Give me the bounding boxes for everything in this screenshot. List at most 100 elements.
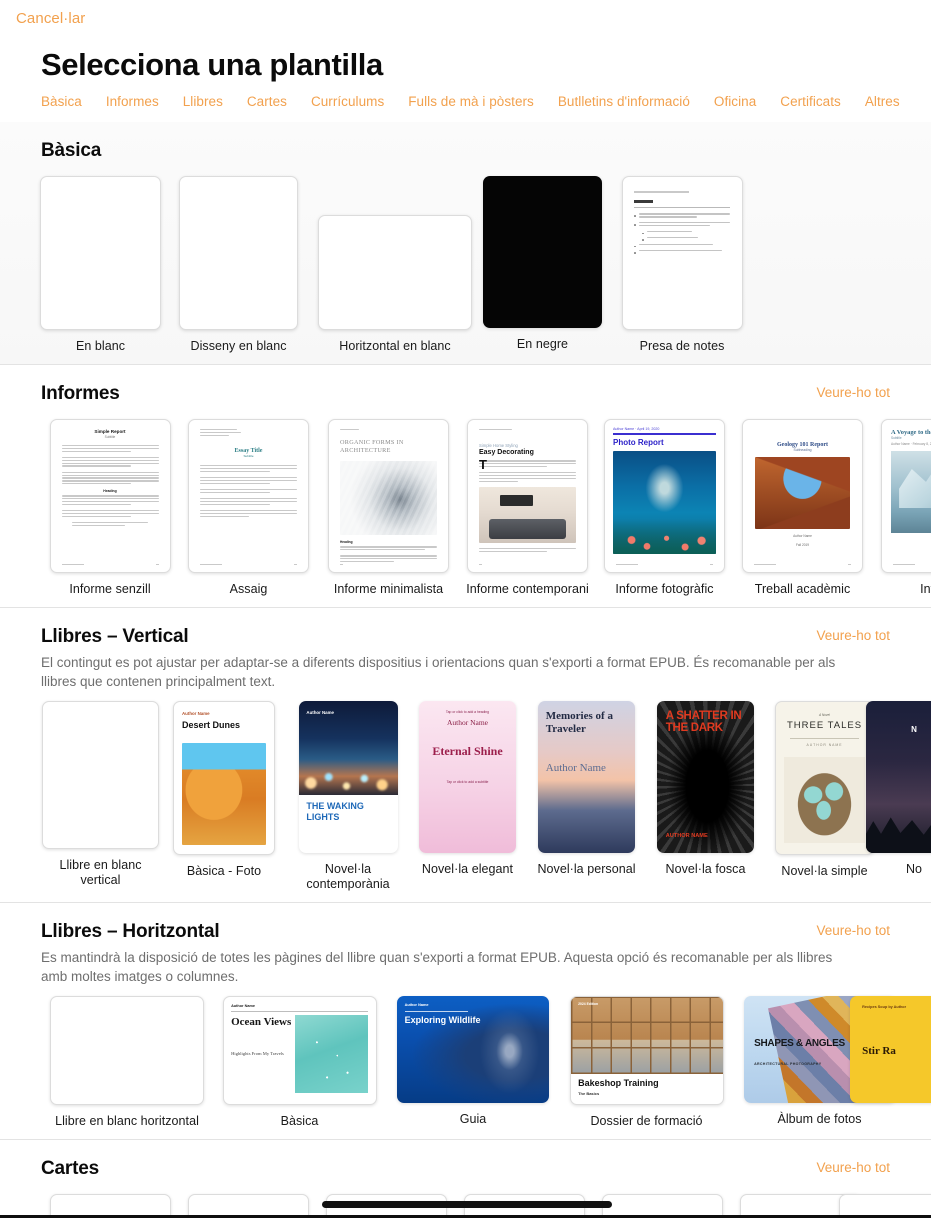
template-cell-llibre-blanc-horitzontal[interactable]: Llibre en blanc horitzontal: [41, 996, 213, 1129]
template-cell-recepta-partial[interactable]: Recipes Soup by Author Stir Ra: [850, 996, 931, 1112]
section-llibres-vertical: Llibres – Vertical El contingut es pot a…: [0, 608, 931, 902]
template-cell-dossier-formacio[interactable]: 2024 Edition Bakeshop Training The Basic…: [560, 996, 733, 1129]
template-cell-presa-de-notes[interactable]: Presa de notes: [612, 176, 752, 354]
thumb-image: [298, 701, 398, 796]
template-cell-basica-foto[interactable]: Author Name Desert Dunes Bàsica - Foto: [160, 701, 288, 879]
template-cell-treball-academic[interactable]: Geology 101 Report Subheading Author Nam…: [733, 419, 872, 597]
template-caption: Assaig: [229, 582, 268, 596]
tab-basica[interactable]: Bàsica: [41, 94, 82, 109]
template-thumbnail[interactable]: Author Name Desert Dunes: [173, 701, 275, 855]
template-cell-informe-senzill[interactable]: Simple Report Subtitle Heading Informe s…: [41, 419, 179, 597]
thumb-rule: [789, 738, 860, 740]
template-caption: Dossier de formació: [590, 1114, 703, 1128]
template-row[interactable]: Sender Name Sender Name Sender Name: [0, 1180, 931, 1218]
template-thumbnail[interactable]: [179, 176, 298, 330]
template-cell-novella-elegant[interactable]: Tap or click to add a heading Author Nam…: [408, 701, 527, 877]
section-basica: Bàsica En blanc Disseny en blanc Horitzo…: [0, 122, 931, 364]
thumb-subtitle: Subtitle: [243, 453, 254, 458]
template-cell-informe-fotografic[interactable]: Author Name · April 19, 2020 Photo Repor…: [596, 419, 733, 597]
thumb-author: Author Name: [446, 717, 489, 727]
template-cell-novella-contemporania[interactable]: Author Name THE WAKING LIGHTS Novel·la c…: [288, 701, 408, 892]
template-thumbnail[interactable]: [318, 215, 472, 330]
template-thumbnail[interactable]: A Novel THREE TALES AUTHOR NAME: [775, 701, 874, 855]
template-cell-informe-partial[interactable]: A Voyage to the Subtitle Author Name · F…: [872, 419, 931, 597]
template-row[interactable]: En blanc Disseny en blanc Horitzontal en…: [0, 162, 931, 364]
tab-oficina[interactable]: Oficina: [714, 94, 756, 109]
tab-llibres[interactable]: Llibres: [183, 94, 223, 109]
template-row[interactable]: Simple Report Subtitle Heading Informe s…: [0, 405, 931, 607]
template-thumbnail[interactable]: Memories of a Traveler Author Name: [538, 701, 635, 853]
template-cell-horitzontal-en-blanc[interactable]: Horitzontal en blanc: [317, 176, 473, 354]
thumb-title: Simple Report: [94, 429, 126, 434]
thumb-title: Exploring Wildlife: [404, 1015, 481, 1026]
horizontal-scrollbar[interactable]: [322, 1201, 612, 1208]
template-caption: Guia: [459, 1112, 487, 1126]
thumb-rule: [231, 1010, 368, 1012]
see-all-link-cartes[interactable]: Veure-ho tot: [816, 1160, 890, 1175]
thumb-extra: Fall 2019: [795, 543, 810, 547]
template-thumbnail[interactable]: A Voyage to the Subtitle Author Name · F…: [881, 419, 931, 573]
tab-butlletins[interactable]: Butlletins d'informació: [558, 94, 690, 109]
page-title: Selecciona una plantilla: [41, 47, 383, 82]
template-thumbnail[interactable]: Geology 101 Report Subheading Author Nam…: [742, 419, 863, 573]
template-cell-assaig[interactable]: Essay Title Subtitle Assaig: [179, 419, 318, 597]
template-cell-informe-contemporani[interactable]: Simple Home Styling Easy Decorating T In…: [459, 419, 596, 597]
template-caption: Àlbum de fotos: [777, 1112, 862, 1126]
template-thumbnail[interactable]: Essay Title Subtitle: [188, 419, 309, 573]
template-thumbnail[interactable]: [50, 996, 204, 1105]
template-cell-en-negre[interactable]: En negre: [473, 176, 612, 352]
tab-curriculums[interactable]: Currículums: [311, 94, 384, 109]
template-thumbnail[interactable]: [483, 176, 602, 328]
template-thumbnail[interactable]: A SHATTER IN THE DARK AUTHOR NAME: [657, 701, 754, 853]
thumb-kicker: 2024 Edition: [578, 1002, 599, 1007]
template-scroll-area[interactable]: Bàsica En blanc Disseny en blanc Horitzo…: [0, 122, 931, 1218]
template-thumbnail[interactable]: [621, 176, 743, 330]
thumb-title: Easy Decorating: [479, 449, 534, 457]
section-header: Llibres – Horitzontal Es mantindrà la di…: [0, 903, 931, 986]
template-row[interactable]: Llibre en blanc vertical Author Name Des…: [0, 691, 931, 902]
template-thumbnail[interactable]: Author Name THE WAKING LIGHTS: [298, 701, 398, 853]
template-thumbnail[interactable]: N: [865, 701, 931, 853]
template-cell-novella-partial[interactable]: N No: [865, 701, 931, 877]
template-cell-guia[interactable]: Author Name Exploring Wildlife Guia: [386, 996, 560, 1127]
template-thumbnail[interactable]: 2024 Edition Bakeshop Training The Basic…: [569, 996, 724, 1105]
tab-fulls-de-ma[interactable]: Fulls de mà i pòsters: [408, 94, 534, 109]
category-tab-bar: Bàsica Informes Llibres Cartes Currículu…: [41, 94, 931, 109]
template-thumbnail[interactable]: Tap or click to add a heading Author Nam…: [419, 701, 516, 853]
see-all-link-llibres-vertical[interactable]: Veure-ho tot: [816, 628, 890, 643]
template-caption: No: [905, 862, 923, 876]
see-all-link-llibres-horitzontal[interactable]: Veure-ho tot: [816, 923, 890, 938]
template-thumbnail[interactable]: Recipes Soup by Author Stir Ra: [850, 996, 931, 1103]
tab-altres[interactable]: Altres: [865, 94, 900, 109]
template-thumbnail[interactable]: Author Name Ocean Views Highlights From …: [222, 996, 377, 1105]
tab-certificats[interactable]: Certificats: [780, 94, 841, 109]
template-thumbnail[interactable]: ORGANIC FORMS IN ARCHITECTURE Heading: [328, 419, 449, 573]
thumb-kicker: Simple Home Styling: [479, 443, 518, 449]
titlebar: Cancel·lar: [0, 0, 931, 40]
template-caption: Informe minimalista: [333, 582, 444, 596]
thumb-image: [340, 461, 437, 536]
see-all-link-informes[interactable]: Veure-ho tot: [816, 385, 890, 400]
template-cell-llibre-blanc-vertical[interactable]: Llibre en blanc vertical: [41, 701, 160, 888]
template-cell-novella-fosca[interactable]: A SHATTER IN THE DARK AUTHOR NAME Novel·…: [646, 701, 765, 877]
template-cell-disseny-en-blanc[interactable]: Disseny en blanc: [160, 176, 317, 354]
template-thumbnail[interactable]: Simple Report Subtitle Heading: [49, 419, 171, 573]
tab-cartes[interactable]: Cartes: [247, 94, 287, 109]
template-thumbnail[interactable]: [42, 701, 159, 849]
template-cell-en-blanc[interactable]: En blanc: [40, 176, 161, 354]
section-title: Cartes: [41, 1158, 99, 1179]
tab-informes[interactable]: Informes: [106, 94, 159, 109]
template-thumbnail[interactable]: [40, 176, 161, 330]
template-row[interactable]: Llibre en blanc horitzontal Author Name …: [0, 986, 931, 1139]
template-cell-informe-minimalista[interactable]: ORGANIC FORMS IN ARCHITECTURE Heading In…: [318, 419, 459, 597]
cancel-button[interactable]: Cancel·lar: [16, 10, 85, 27]
thumb-image: [755, 457, 850, 529]
template-thumbnail[interactable]: Author Name Exploring Wildlife: [397, 996, 549, 1103]
template-cell-novella-personal[interactable]: Memories of a Traveler Author Name Novel…: [527, 701, 646, 877]
template-cell-basica-horitzontal[interactable]: Author Name Ocean Views Highlights From …: [213, 996, 386, 1129]
template-thumbnail[interactable]: Simple Home Styling Easy Decorating T: [467, 419, 588, 573]
thumb-title: Photo Report: [613, 437, 664, 447]
thumb-title: Memories of a Traveler: [545, 710, 613, 735]
template-thumbnail[interactable]: Author Name · April 19, 2020 Photo Repor…: [604, 419, 725, 573]
thumb-heading: Heading: [340, 540, 353, 545]
